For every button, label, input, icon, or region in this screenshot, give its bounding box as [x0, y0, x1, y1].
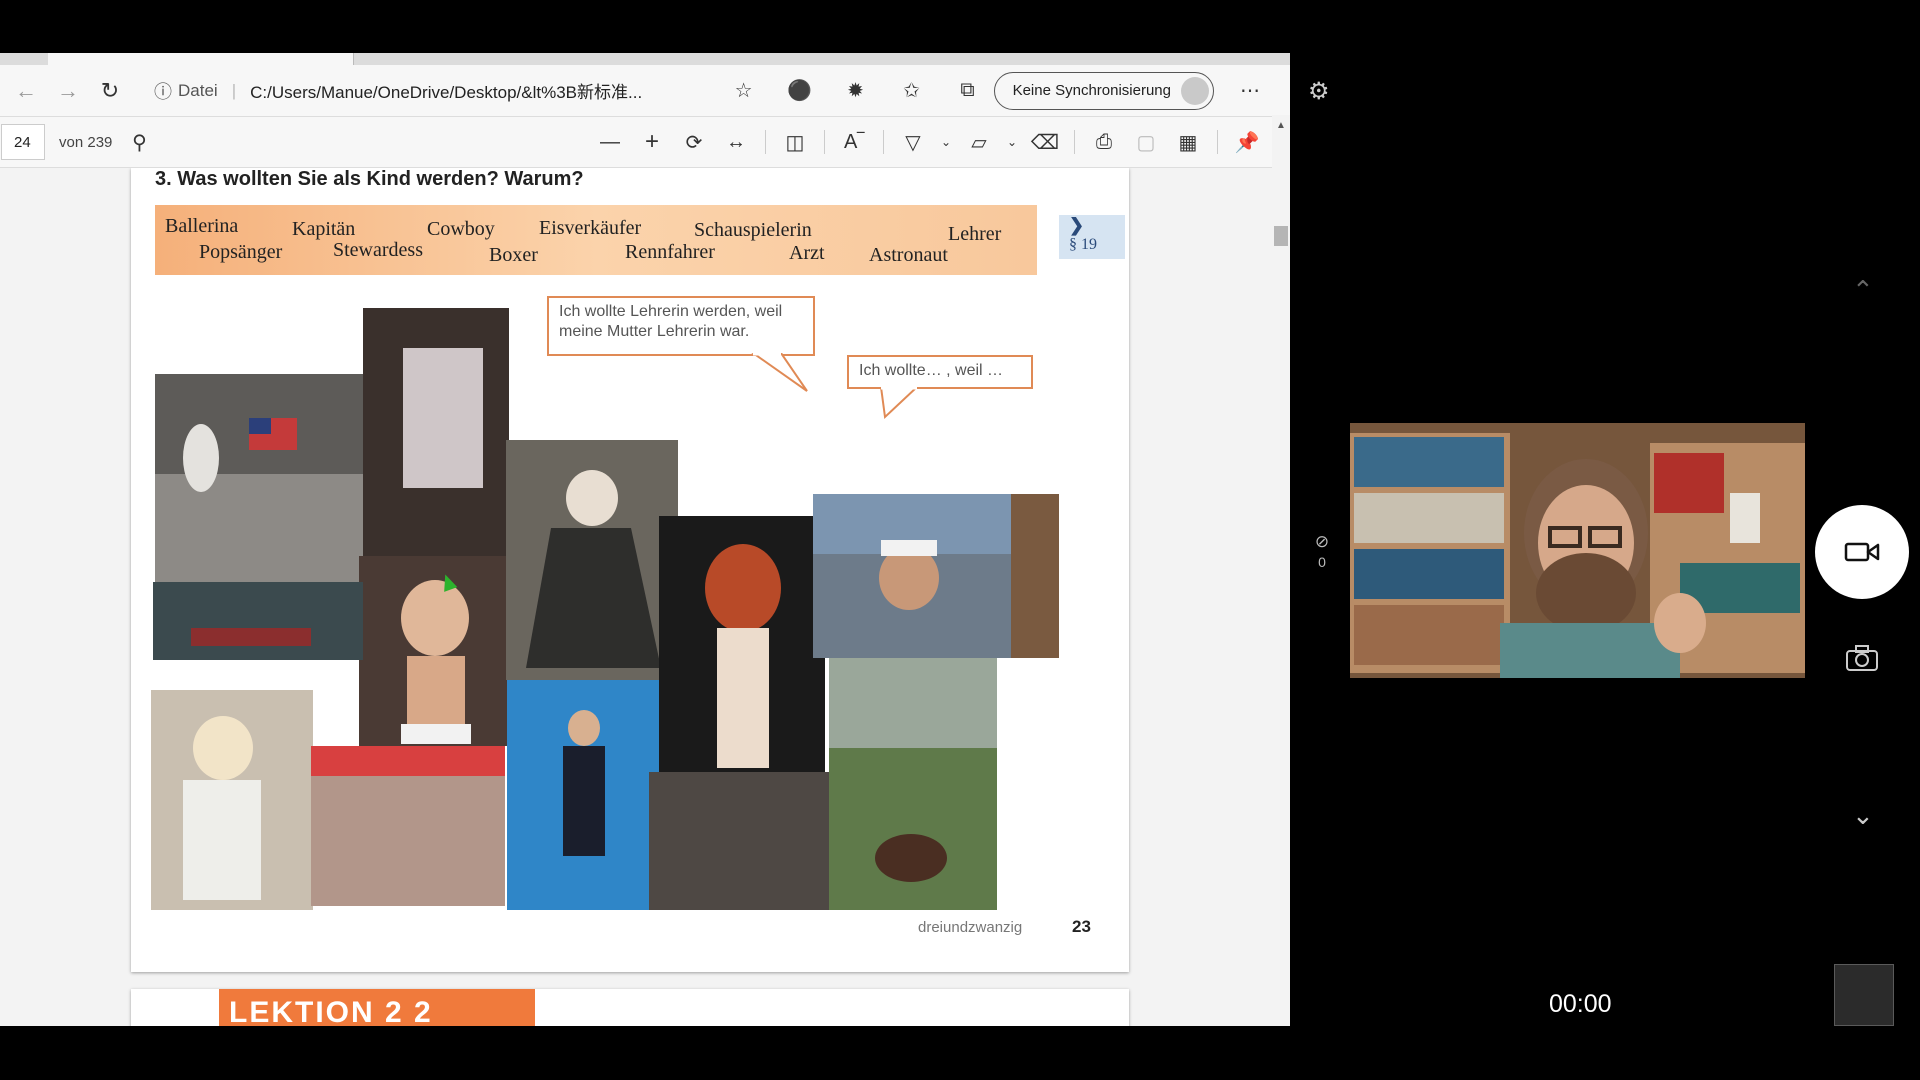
mic-off-icon: ⊘: [1314, 532, 1330, 551]
eraser-icon[interactable]: ⌫: [1024, 124, 1066, 160]
camera-toggle-button[interactable]: [1815, 505, 1909, 599]
highlight-icon[interactable]: ▱: [958, 124, 1000, 160]
collections-icon[interactable]: ⧉: [952, 75, 984, 107]
forward-button[interactable]: →: [52, 75, 84, 107]
rotate-icon[interactable]: ⟳: [673, 124, 715, 160]
info-icon[interactable]: ⓘ: [154, 78, 172, 104]
page-number: 23: [1072, 917, 1091, 936]
avatar: [1181, 76, 1209, 105]
address-field[interactable]: ⓘ Datei | C:/Users/Manue/OneDrive/Deskto…: [154, 78, 642, 104]
pdf-page: 3. Was wollten Sie als Kind werden? Waru…: [131, 168, 1129, 972]
toolbar-divider: [765, 130, 766, 154]
scrollbar-thumb[interactable]: [1274, 226, 1288, 246]
back-button[interactable]: ←: [10, 75, 42, 107]
camera-icon: [1846, 645, 1878, 671]
read-aloud-icon[interactable]: A‾: [833, 124, 875, 160]
sync-label: Keine Synchronisierung: [1012, 82, 1171, 99]
search-icon[interactable]: ⚲: [118, 124, 160, 160]
page-number-input[interactable]: 24: [1, 124, 45, 160]
extensions-icon[interactable]: ✹: [840, 75, 872, 107]
toolbar-divider: [883, 130, 884, 154]
address-url[interactable]: C:/Users/Manue/OneDrive/Desktop/&lt%3B新标…: [250, 78, 642, 103]
fit-width-icon[interactable]: ↔: [715, 124, 757, 160]
video-camera-icon: [1844, 542, 1880, 562]
toolbar-divider: [1217, 130, 1218, 154]
browser-window: ← → ↻ ⓘ Datei | C:/Users/Manue/OneDrive/…: [0, 53, 1290, 1026]
toolbar-divider: [1074, 130, 1075, 154]
toolbar-divider: [824, 130, 825, 154]
collage-photos: [151, 308, 1059, 910]
gear-icon[interactable]: ⚙: [1308, 77, 1336, 105]
call-timer: 00:00: [1549, 990, 1612, 1018]
address-separator: |: [231, 80, 237, 100]
zoom-in-icon[interactable]: +: [631, 124, 673, 160]
draw-options-chevron-icon[interactable]: ⌄: [934, 124, 958, 160]
pdf-viewer[interactable]: 3. Was wollten Sie als Kind werden? Waru…: [0, 168, 1272, 1026]
page-view-icon[interactable]: ◫: [774, 124, 816, 160]
address-bar: ← → ↻ ⓘ Datei | C:/Users/Manue/OneDrive/…: [0, 65, 1290, 117]
print-icon[interactable]: ⎙: [1083, 124, 1125, 160]
more-menu-icon[interactable]: ⋯: [1234, 75, 1266, 107]
sync-button[interactable]: Keine Synchronisierung: [993, 71, 1214, 110]
chevron-down-icon[interactable]: ⌄: [1852, 800, 1874, 831]
snapshot-button[interactable]: [1845, 644, 1881, 674]
shield-icon[interactable]: ⚫: [784, 75, 816, 107]
tab-strip: [0, 53, 1290, 65]
zoom-out-icon[interactable]: —: [589, 124, 631, 160]
save-as-icon[interactable]: ▦: [1167, 124, 1209, 160]
address-prefix: Datei: [178, 80, 218, 100]
participant-video[interactable]: [1350, 423, 1805, 678]
refresh-button[interactable]: ↻: [94, 75, 126, 107]
favorites-icon[interactable]: ✩: [896, 75, 928, 107]
scroll-up-arrow-icon[interactable]: ▲: [1276, 120, 1286, 131]
pdf-next-page: LEKTION 2 2: [131, 989, 1129, 1026]
participant-muted-indicator: ⊘ 0: [1310, 532, 1334, 570]
page-total: von 239: [59, 133, 113, 151]
save-icon[interactable]: ▢: [1125, 124, 1167, 160]
video-frame: [1350, 423, 1805, 678]
pin-icon[interactable]: 📌: [1226, 124, 1268, 160]
chevron-up-icon[interactable]: ⌃: [1852, 275, 1874, 306]
active-tab[interactable]: [48, 53, 354, 65]
self-view-thumbnail[interactable]: [1834, 964, 1894, 1026]
muted-count: 0: [1318, 554, 1326, 570]
draw-icon[interactable]: ▽: [892, 124, 934, 160]
lesson-heading: LEKTION 2 2: [219, 989, 535, 1026]
pdf-toolbar: 24 von 239 ⚲ — + ⟳ ↔ ◫ A‾ ▽ ⌄ ▱ ⌄ ⌫ ⎙ ▢ …: [0, 117, 1290, 168]
page-number-word: dreiundzwanzig: [918, 919, 1023, 936]
add-favorite-icon[interactable]: ☆: [728, 75, 760, 107]
highlight-options-chevron-icon[interactable]: ⌄: [1000, 124, 1024, 160]
